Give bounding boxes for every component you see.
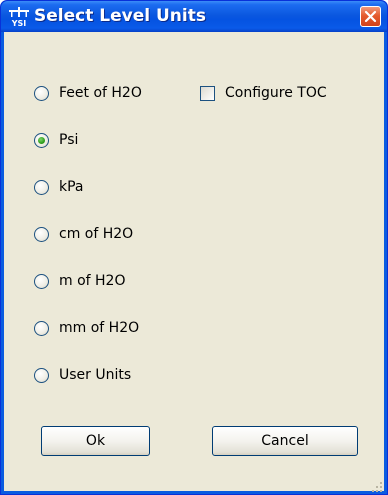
cancel-button[interactable]: Cancel (212, 426, 358, 456)
svg-text:YSI: YSI (11, 19, 27, 27)
unit-option-feet-of-h2o[interactable]: Feet of H2O (34, 84, 142, 102)
radio-button[interactable] (34, 85, 49, 101)
radio-button[interactable] (34, 320, 49, 336)
unit-option-kpa[interactable]: kPa (34, 178, 84, 196)
radio-label: Psi (59, 132, 79, 148)
unit-option-user-units[interactable]: User Units (34, 366, 131, 384)
radio-button[interactable] (34, 132, 49, 148)
close-button[interactable] (360, 6, 381, 27)
radio-label: User Units (59, 367, 132, 383)
unit-option-cm-of-h2o[interactable]: cm of H2O (34, 225, 133, 243)
radio-button[interactable] (34, 179, 49, 195)
radio-label: kPa (59, 179, 84, 195)
window-title: Select Level Units (34, 6, 206, 26)
unit-option-m-of-h2o[interactable]: m of H2O (34, 272, 126, 290)
configure-toc-option[interactable]: Configure TOC (200, 84, 327, 102)
radio-button[interactable] (34, 367, 49, 383)
ok-button[interactable]: Ok (41, 426, 150, 456)
configure-toc-checkbox[interactable] (200, 85, 215, 101)
unit-option-psi[interactable]: Psi (34, 131, 78, 149)
resize-grip-icon[interactable] (371, 478, 383, 492)
ysi-logo-icon: YSI (9, 7, 29, 28)
radio-label: Feet of H2O (59, 85, 142, 101)
unit-option-mm-of-h2o[interactable]: mm of H2O (34, 319, 139, 337)
dialog-window: YSI Select Level Units Feet of H2O Psi k… (0, 0, 388, 495)
radio-label: mm of H2O (59, 320, 140, 336)
radio-button[interactable] (34, 226, 49, 242)
radio-button[interactable] (34, 273, 49, 289)
checkbox-label: Configure TOC (225, 85, 327, 101)
title-bar[interactable]: YSI Select Level Units (1, 1, 387, 32)
dialog-body: Feet of H2O Psi kPa cm of H2O m of H2O m… (4, 32, 384, 492)
radio-label: cm of H2O (59, 226, 134, 242)
radio-label: m of H2O (59, 273, 126, 289)
